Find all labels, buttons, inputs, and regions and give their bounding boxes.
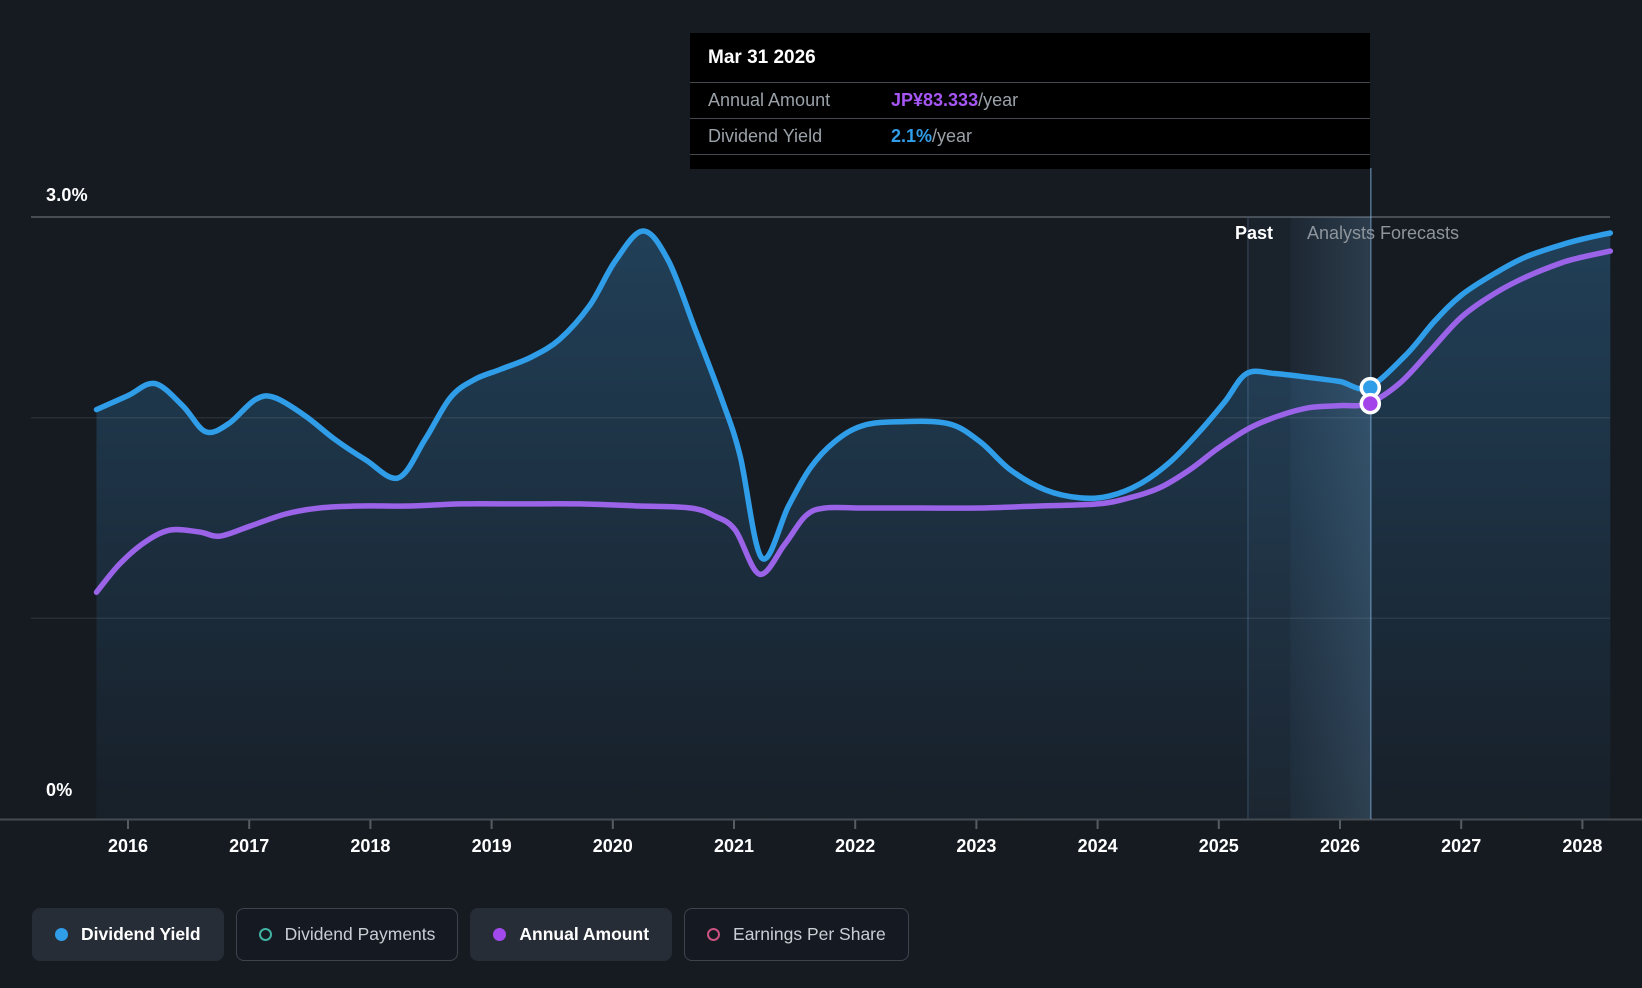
legend-item-annual-amount[interactable]: Annual Amount (470, 908, 673, 961)
x-tick-label-2026: 2026 (1320, 836, 1360, 856)
tooltip-row-annual-amount: Annual Amount JP¥83.333 /year (690, 83, 1370, 119)
hover-tooltip: Mar 31 2026 Annual Amount JP¥83.333 /yea… (690, 33, 1370, 169)
annual-amount-hover-dot[interactable] (1359, 392, 1382, 415)
tooltip-annual-amount-suffix: /year (978, 90, 1019, 110)
tooltip-dividend-yield-suffix: /year (932, 126, 973, 146)
tooltip-annual-amount-value: JP¥83.333 (891, 90, 979, 110)
dividend-yield-area-fill (96, 231, 1611, 819)
dividend-payments-ring-icon (258, 928, 272, 941)
hover-highlight-band (1290, 217, 1371, 819)
legend-label-dividend-payments: Dividend Payments (284, 924, 436, 944)
dividend-chart-card: 2016 2017 2018 2019 2020 2021 2022 2023 2024 2025… (0, 0, 1642, 988)
legend: Dividend Yield Dividend Payments Annual … (32, 908, 909, 961)
x-tick-label-2022: 2022 (835, 836, 875, 856)
x-tick-label-2018: 2018 (350, 836, 390, 856)
x-tick-label-2019: 2019 (472, 836, 512, 856)
tooltip-annual-amount-label: Annual Amount (708, 90, 831, 110)
legend-label-dividend-yield: Dividend Yield (81, 924, 201, 944)
x-tick-label-2024: 2024 (1078, 836, 1118, 856)
annual-amount-dot-icon (493, 928, 507, 941)
x-tick-label-2028: 2028 (1562, 836, 1602, 856)
legend-label-annual-amount: Annual Amount (519, 924, 650, 944)
x-tick-label-2025: 2025 (1199, 836, 1239, 856)
analysts-forecasts-label: Analysts Forecasts (1307, 223, 1460, 243)
x-tick-label-2023: 2023 (956, 836, 996, 856)
tooltip-row-dividend-yield: Dividend Yield 2.1% /year (690, 119, 1370, 155)
x-tick-label-2020: 2020 (593, 836, 633, 856)
tooltip-date: Mar 31 2026 (690, 33, 1370, 83)
x-tick-label-2016: 2016 (108, 836, 148, 856)
tooltip-dividend-yield-label: Dividend Yield (708, 126, 823, 146)
x-tick-label-2027: 2027 (1441, 836, 1481, 856)
earnings-per-share-ring-icon (707, 928, 721, 941)
past-label: Past (1234, 223, 1273, 243)
x-tick-label-2021: 2021 (714, 836, 754, 856)
y-axis-label-bottom: 0% (46, 780, 73, 800)
legend-item-earnings-per-share[interactable]: Earnings Per Share (684, 908, 909, 961)
dividend-yield-dot-icon (55, 928, 68, 941)
y-axis-label-top: 3.0% (46, 185, 88, 205)
legend-label-earnings-per-share: Earnings Per Share (733, 924, 886, 944)
legend-item-dividend-payments[interactable]: Dividend Payments (235, 908, 459, 961)
x-tick-label-2017: 2017 (229, 836, 269, 856)
legend-item-dividend-yield[interactable]: Dividend Yield (32, 908, 224, 961)
tooltip-dividend-yield-value: 2.1% (891, 126, 933, 146)
